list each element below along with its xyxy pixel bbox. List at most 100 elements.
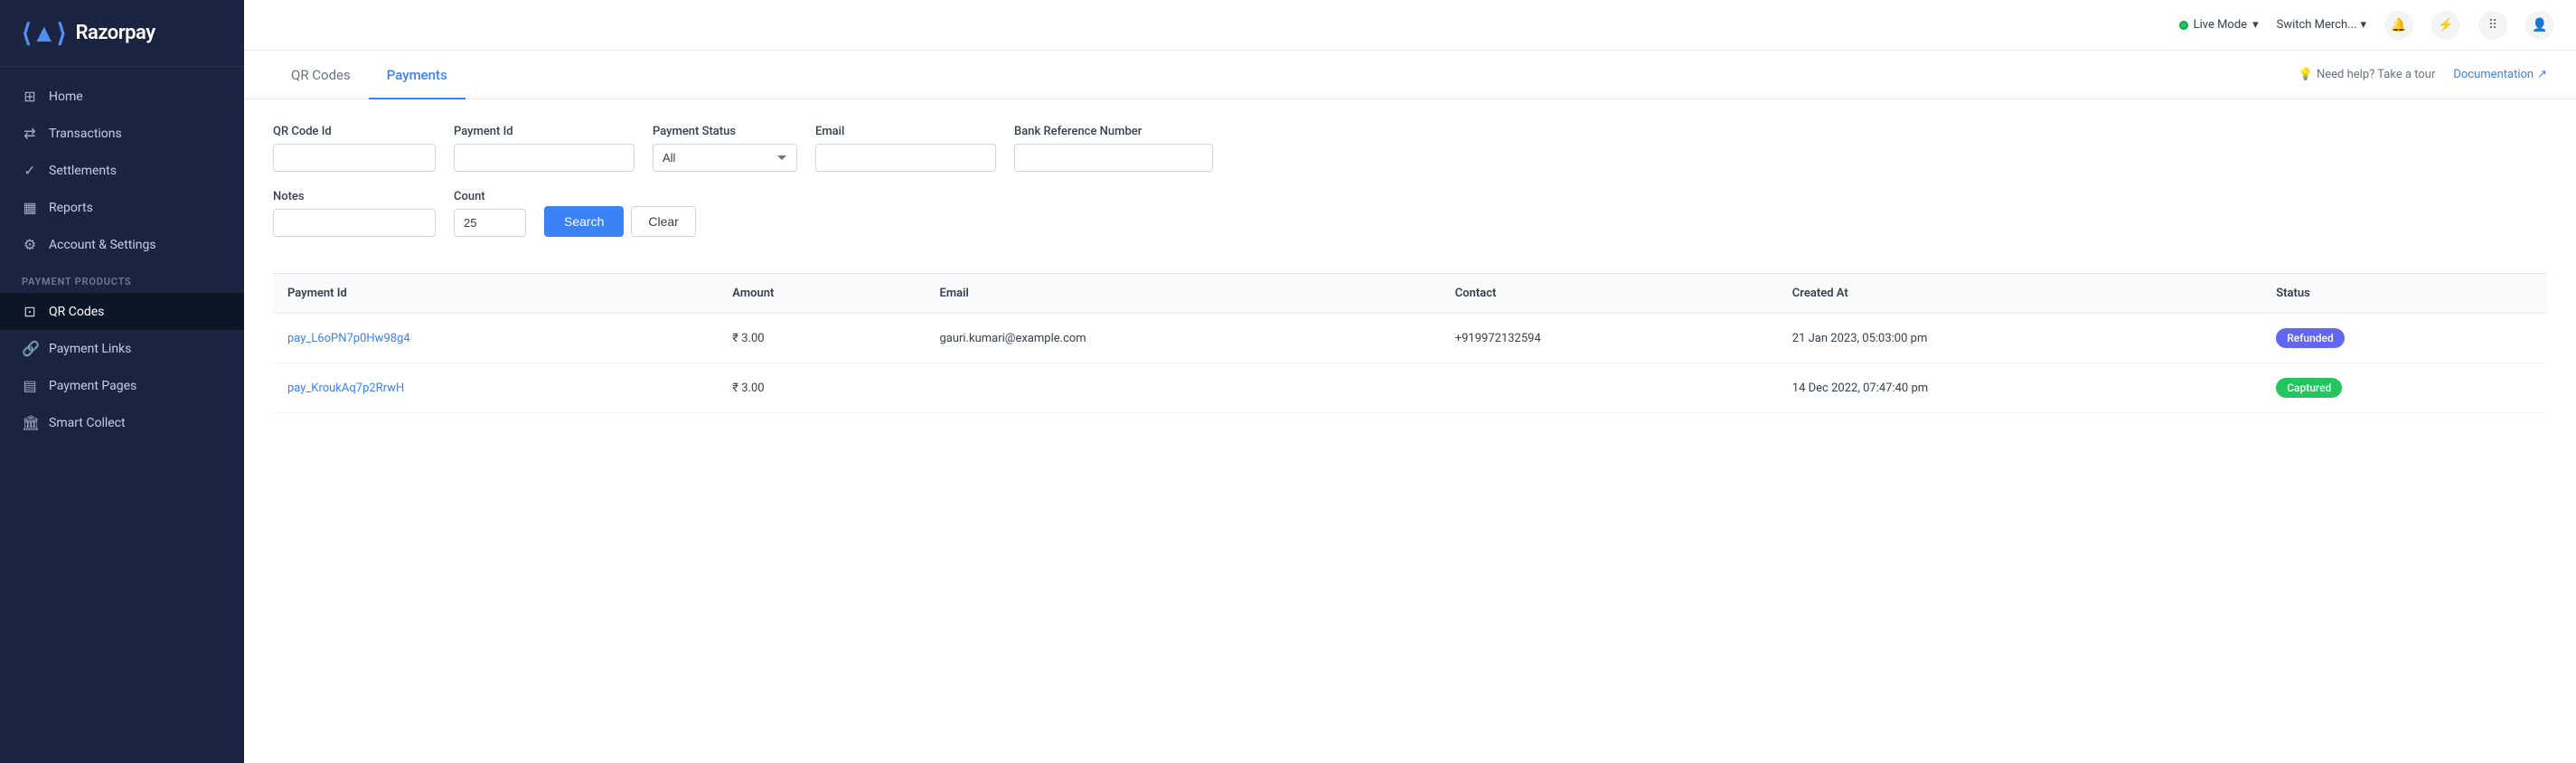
switch-merch-label: Switch Merch... [2277,18,2357,32]
tabs-left: QR Codes Payments [273,51,465,99]
search-button[interactable]: Search [544,206,624,237]
filter-row-2: Notes Count Search Clear [273,190,2547,237]
email-cell-1: gauri.kumari@example.com [925,314,1440,363]
filter-area: QR Code Id Payment Id Payment Status All… [244,99,2576,273]
sidebar-item-label-payment-pages: Payment Pages [49,379,136,393]
sidebar-item-reports[interactable]: ▦ Reports [0,189,244,226]
table-row: pay_KroukAq7p2RrwH ₹ 3.00 14 Dec 2022, 0… [273,363,2547,413]
bell-icon: 🔔 [2391,18,2406,33]
count-input[interactable] [454,209,526,237]
table-body: pay_L6oPN7p0Hw98g4 ₹ 3.00 gauri.kumari@e… [273,314,2547,413]
created-at-cell-2: 14 Dec 2022, 07:47:40 pm [1778,363,2261,413]
settings-icon: ⚙ [22,236,38,253]
live-mode-dot [2179,21,2188,30]
payments-table: Payment Id Amount Email Contact Created … [273,273,2547,413]
external-link-icon: ↗ [2537,68,2547,81]
sidebar-item-label-payment-links: Payment Links [49,342,131,356]
sidebar-item-label-home: Home [49,89,83,104]
col-status: Status [2261,274,2547,314]
payment-id-input[interactable] [454,144,635,172]
transactions-icon: ⇄ [22,125,38,142]
sidebar-item-account-settings[interactable]: ⚙ Account & Settings [0,226,244,263]
qr-code-id-label: QR Code Id [273,125,436,138]
table-header-row: Payment Id Amount Email Contact Created … [273,274,2547,314]
bank-ref-input[interactable] [1014,144,1213,172]
main-content: Live Mode ▾ Switch Merch... ▾ 🔔 ⚡ ⠿ 👤 QR… [244,0,2576,763]
payment-id-link-1[interactable]: pay_L6oPN7p0Hw98g4 [287,332,410,345]
settlements-icon: ✓ [22,162,38,179]
home-icon: ⊞ [22,88,38,105]
email-label: Email [815,125,996,138]
switch-merch-chevron: ▾ [2360,18,2366,32]
status-cell-1: Refunded [2261,314,2547,363]
contact-cell-1: +919972132594 [1441,314,1778,363]
created-at-cell-1: 21 Jan 2023, 05:03:00 pm [1778,314,2261,363]
pulse-icon: ⚡ [2438,18,2453,33]
sidebar-nav: ⊞ Home ⇄ Transactions ✓ Settlements ▦ Re… [0,67,244,763]
col-amount: Amount [718,274,925,314]
help-icon: 💡 [2299,68,2313,81]
take-a-tour-link[interactable]: 💡 Need help? Take a tour [2299,68,2436,81]
logo-text: Razorpay [76,22,155,44]
notes-input[interactable] [273,209,436,237]
email-cell-2 [925,363,1440,413]
sidebar-item-label-account-settings: Account & Settings [49,238,156,252]
col-created-at: Created At [1778,274,2261,314]
qr-code-id-group: QR Code Id [273,125,436,172]
logo-area: ⟨▲⟩ Razorpay [0,0,244,67]
user-menu-button[interactable]: 👤 [2525,11,2554,40]
apps-grid-button[interactable]: ⠿ [2478,11,2507,40]
payment-id-cell-1: pay_L6oPN7p0Hw98g4 [273,314,718,363]
switch-merchant-button[interactable]: Switch Merch... ▾ [2277,18,2366,32]
qr-code-id-input[interactable] [273,144,436,172]
sidebar-item-transactions[interactable]: ⇄ Transactions [0,115,244,152]
sidebar-item-qr-codes[interactable]: ⊡ QR Codes [0,293,244,330]
email-group: Email [815,125,996,172]
grid-icon: ⠿ [2488,18,2497,33]
payment-status-label: Payment Status [653,125,797,138]
sidebar-item-payment-links[interactable]: 🔗 Payment Links [0,330,244,367]
sidebar-item-smart-collect[interactable]: 🏛 Smart Collect [0,404,244,441]
live-mode-toggle[interactable]: Live Mode ▾ [2179,18,2259,32]
sidebar-item-settlements[interactable]: ✓ Settlements [0,152,244,189]
sidebar-item-label-qr-codes: QR Codes [49,305,104,319]
payment-id-group: Payment Id [454,125,635,172]
user-icon: 👤 [2532,18,2547,33]
documentation-link[interactable]: Documentation ↗ [2453,68,2547,81]
status-badge-1: Refunded [2276,328,2345,348]
tabs-right: 💡 Need help? Take a tour Documentation ↗ [2299,68,2547,81]
tab-qr-codes[interactable]: QR Codes [273,51,369,99]
clear-button[interactable]: Clear [631,206,695,237]
sidebar-item-label-transactions: Transactions [49,127,122,141]
col-payment-id: Payment Id [273,274,718,314]
notifications-button[interactable]: 🔔 [2384,11,2413,40]
topbar: Live Mode ▾ Switch Merch... ▾ 🔔 ⚡ ⠿ 👤 [244,0,2576,51]
email-input[interactable] [815,144,996,172]
notes-label: Notes [273,190,436,203]
search-clear-group: Search Clear [544,206,696,237]
sidebar-item-home[interactable]: ⊞ Home [0,78,244,115]
notes-group: Notes [273,190,436,237]
sidebar-item-payment-pages[interactable]: ▤ Payment Pages [0,367,244,404]
status-cell-2: Captured [2261,363,2547,413]
reports-icon: ▦ [22,199,38,216]
pulse-button[interactable]: ⚡ [2431,11,2460,40]
payment-status-select[interactable]: All Captured Refunded Failed Created [653,144,797,172]
sidebar: ⟨▲⟩ Razorpay ⊞ Home ⇄ Transactions ✓ Set… [0,0,244,763]
count-label: Count [454,190,526,203]
qr-codes-icon: ⊡ [22,303,38,320]
live-mode-chevron: ▾ [2252,18,2259,32]
table-row: pay_L6oPN7p0Hw98g4 ₹ 3.00 gauri.kumari@e… [273,314,2547,363]
col-email: Email [925,274,1440,314]
amount-cell-1: ₹ 3.00 [718,314,925,363]
amount-cell-2: ₹ 3.00 [718,363,925,413]
smart-collect-icon: 🏛 [22,414,38,431]
payment-id-link-2[interactable]: pay_KroukAq7p2RrwH [287,382,404,395]
count-group: Count [454,190,526,237]
live-mode-label: Live Mode [2194,18,2247,32]
bank-ref-label: Bank Reference Number [1014,125,1213,138]
tab-payments[interactable]: Payments [369,51,465,99]
sidebar-item-label-settlements: Settlements [49,164,117,178]
payment-links-icon: 🔗 [22,340,38,357]
sidebar-item-label-reports: Reports [49,201,93,215]
